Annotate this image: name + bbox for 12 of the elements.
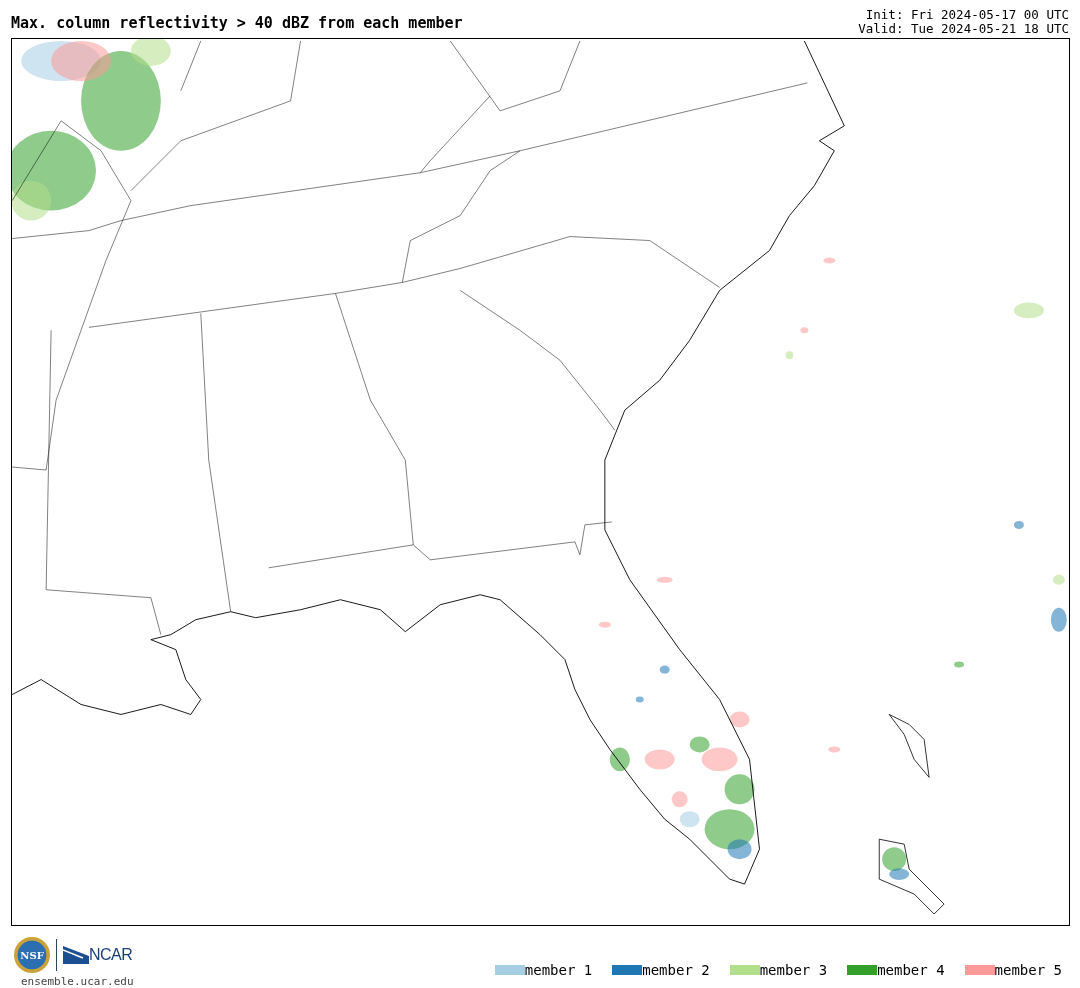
legend-label: member 1 — [524, 962, 593, 978]
nsf-logo: NSF — [14, 937, 50, 973]
site-url: ensemble.ucar.edu — [20, 975, 134, 988]
ncar-logo: NCAR — [89, 946, 133, 964]
legend-label: member 4 — [877, 962, 945, 978]
ncar-logo-icon — [63, 946, 89, 964]
chart-title: Max. column reflectivity > 40 dBZ from each member — [11, 14, 463, 34]
legend-label: member 2 — [642, 962, 710, 978]
valid-time: Valid: Tue 2024-05-21 18 UTC — [858, 22, 1069, 36]
legend-label: member 3 — [759, 962, 828, 978]
init-time: Init: Fri 2024-05-17 00 UTC — [865, 8, 1069, 22]
legend-label: member 5 — [994, 962, 1062, 978]
